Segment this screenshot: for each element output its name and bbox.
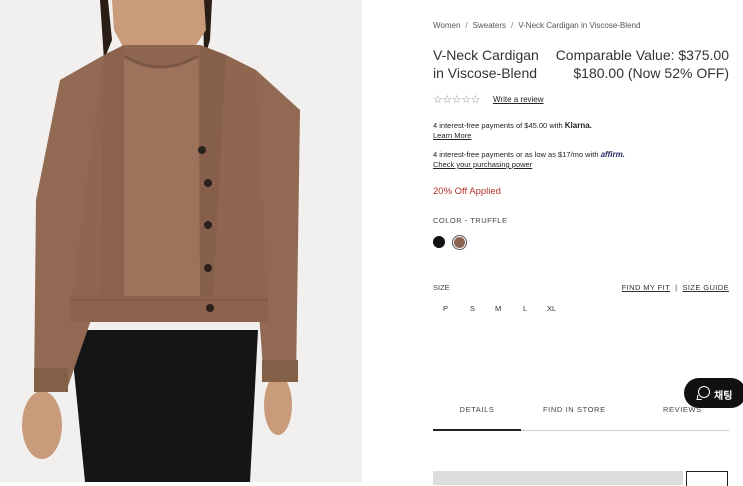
- product-details-panel: Women / Sweaters / V-Neck Cardigan in Viscos…: [433, 0, 729, 486]
- klarna-text: 4 interest-free payments of $45.00 with: [433, 121, 563, 130]
- size-guide-link[interactable]: SIZE GUIDE: [682, 283, 729, 292]
- promo-applied: 20% Off Applied: [433, 186, 501, 197]
- fit-links-divider: |: [675, 283, 678, 292]
- wishlist-button[interactable]: [686, 471, 728, 486]
- breadcrumb-women[interactable]: Women: [433, 21, 460, 30]
- product-tabs: DETAILS FIND IN STORE REVIEWS: [433, 396, 729, 431]
- add-to-bag-button[interactable]: [433, 471, 683, 485]
- tab-find-in-store[interactable]: FIND IN STORE: [543, 405, 606, 414]
- size-option-m[interactable]: M: [495, 304, 501, 313]
- product-title-line1: V-Neck Cardigan: [433, 47, 539, 63]
- product-photo-illustration: [0, 0, 362, 482]
- rating-stars-icon: ☆☆☆☆☆: [433, 94, 480, 106]
- product-image[interactable]: [0, 0, 362, 482]
- klarna-installments: 4 interest-free payments of $45.00 with …: [433, 121, 592, 141]
- affirm-purchasing-power-link[interactable]: Check your purchasing power: [433, 160, 532, 169]
- swatch-black[interactable]: [433, 236, 445, 248]
- breadcrumb-sweaters[interactable]: Sweaters: [473, 21, 506, 30]
- sale-price: $180.00 (Now 52% OFF): [573, 65, 729, 81]
- product-title: V-Neck Cardigan in Viscose-Blend: [433, 46, 553, 82]
- klarna-learn-more-link[interactable]: Learn More: [433, 131, 471, 140]
- klarna-logo: Klarna.: [564, 121, 592, 130]
- color-label: COLOR - TRUFFLE: [433, 216, 508, 225]
- find-my-fit-link[interactable]: FIND MY FIT: [622, 283, 670, 292]
- breadcrumb-separator: /: [465, 21, 468, 30]
- product-price: Comparable Value: $375.00 $180.00 (Now 5…: [556, 46, 729, 82]
- size-option-s[interactable]: S: [470, 304, 475, 313]
- breadcrumb: Women / Sweaters / V-Neck Cardigan in Viscos…: [433, 21, 640, 30]
- affirm-logo: affirm.: [600, 150, 625, 159]
- chat-label: 채팅: [714, 391, 733, 402]
- affirm-text: 4 interest-free payments or as low as $1…: [433, 150, 599, 159]
- size-option-p[interactable]: P: [443, 304, 448, 313]
- breadcrumb-separator: /: [511, 21, 514, 30]
- affirm-installments: 4 interest-free payments or as low as $1…: [433, 150, 625, 170]
- comparable-value: Comparable Value: $375.00: [555, 47, 729, 63]
- size-label: SIZE: [433, 283, 450, 292]
- chat-bubble-icon: [698, 386, 710, 398]
- fit-links: FIND MY FIT | SIZE GUIDE: [622, 283, 729, 292]
- chat-button[interactable]: 채팅: [684, 378, 743, 408]
- size-option-l[interactable]: L: [523, 304, 527, 313]
- breadcrumb-current[interactable]: V-Neck Cardigan in Viscose-Blend: [518, 21, 640, 30]
- product-title-line2: in Viscose-Blend: [433, 65, 538, 81]
- size-option-xl[interactable]: XL: [547, 304, 556, 313]
- swatch-truffle[interactable]: [453, 236, 466, 249]
- write-review-link[interactable]: Write a review: [493, 95, 544, 104]
- tab-details[interactable]: DETAILS: [433, 405, 521, 431]
